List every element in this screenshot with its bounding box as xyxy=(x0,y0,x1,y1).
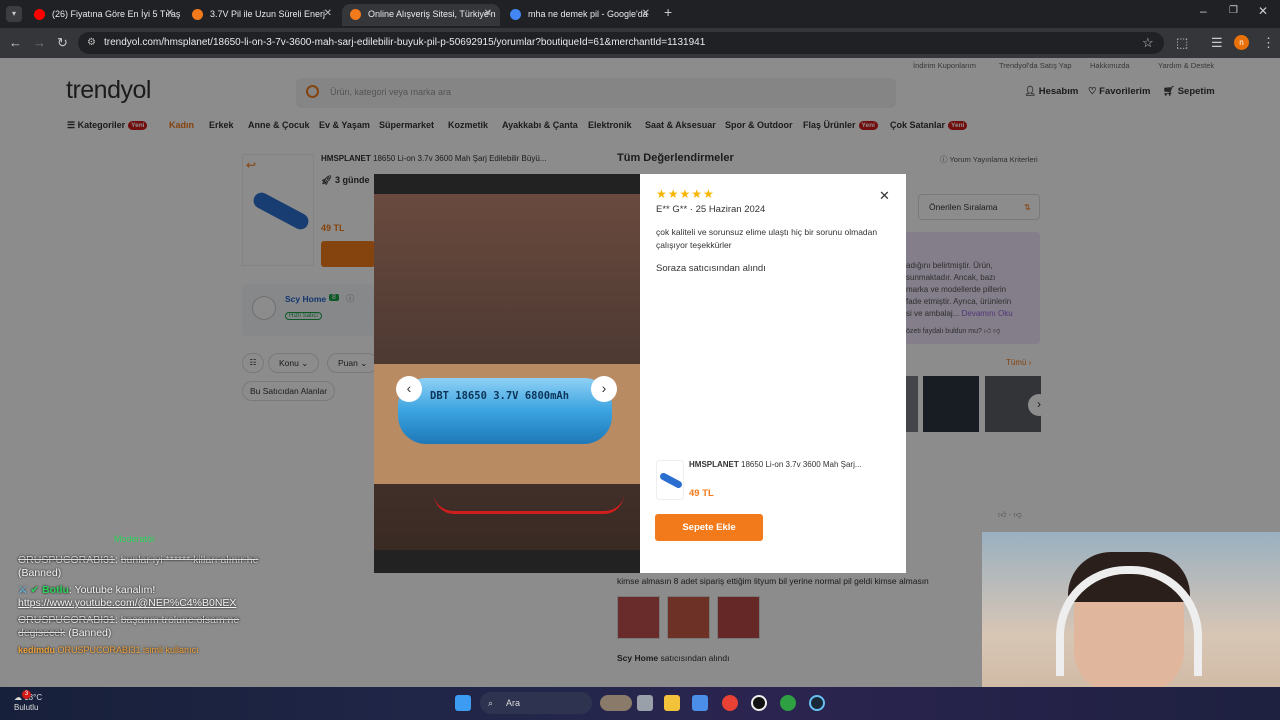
battery-cell xyxy=(398,378,612,444)
close-icon[interactable]: ✕ xyxy=(879,188,890,204)
extensions-icon[interactable]: ⬚ xyxy=(1176,28,1188,58)
modal-product-thumbnail[interactable] xyxy=(656,460,684,500)
search-icon: ⌕ xyxy=(488,698,494,708)
youtube-icon xyxy=(34,9,45,20)
browser-tab-4[interactable]: mha ne demek pil - Google'da ✕ xyxy=(502,4,658,26)
maximize-icon[interactable]: ❐ xyxy=(1229,5,1238,16)
chat-message: ⚔ ✔ Botlu: Youtube kanalım! https://www.y… xyxy=(18,584,237,609)
review-photo: DBT 18650 3.7V 6800mAh xyxy=(374,194,640,550)
profile-avatar[interactable]: n xyxy=(1234,35,1249,50)
close-tab-icon[interactable]: ✕ xyxy=(642,4,650,24)
chat-header: Moderatör xyxy=(114,534,156,544)
menu-dots-icon[interactable]: ⋮ xyxy=(1262,28,1275,58)
review-seller-line: Soraza satıcısından alındı xyxy=(656,263,766,274)
modal-product-price: 49 TL xyxy=(689,488,714,499)
tab-title: 3.7V Pil ile Uzun Süreli Enerj xyxy=(210,9,326,19)
reading-list-icon[interactable]: ☰ xyxy=(1211,28,1223,58)
weather-icon: ☁ xyxy=(14,693,22,702)
trendyol-favicon-icon xyxy=(192,9,203,20)
chat-link[interactable]: https://www.youtube.com/@NEP%C4%B0NEX xyxy=(18,597,236,609)
back-icon[interactable]: ← xyxy=(9,28,22,58)
chat-message: ORUSPUCORABI31: başarım trolune olsam ne… xyxy=(18,614,240,639)
chat-message: kedimdu ORUSPUCORABI31 isimli kullanıcı xyxy=(18,644,288,657)
forward-icon[interactable]: → xyxy=(33,28,46,58)
address-bar[interactable]: ⚙ trendyol.com/hmsplanet/18650-li-on-3-7v… xyxy=(78,32,1164,54)
url-text: trendyol.com/hmsplanet/18650-li-on-3-7v-… xyxy=(104,37,706,48)
review-stars: ★★★★★ xyxy=(656,187,715,201)
browser-tab-3-active[interactable]: Online Alışveriş Sitesi, Türkiye'n ✕ xyxy=(342,4,500,26)
review-date: 25 Haziran 2024 xyxy=(695,204,766,215)
chat-username: Botlu xyxy=(42,584,69,596)
reload-icon[interactable]: ↻ xyxy=(57,28,68,58)
close-tab-icon[interactable]: ✕ xyxy=(166,4,174,24)
review-meta: E** G** · 25 Haziran 2024 xyxy=(656,204,766,215)
modal-product-brand: HMSPLANET xyxy=(689,460,739,469)
browser-tab-2[interactable]: 3.7V Pil ile Uzun Süreli Enerj ✕ xyxy=(184,4,340,26)
tab-title: (26) Fiyatına Göre En İyi 5 Tıraş xyxy=(52,9,181,19)
widgets-icon[interactable] xyxy=(637,695,653,711)
chat-text: ORUSPUCORABI31 isimli kullanıcı xyxy=(57,645,199,655)
chat-banned: (Banned) xyxy=(18,567,62,579)
modal-product-title[interactable]: HMSPLANET 18650 Li-on 3.7v 3600 Mah Şarj… xyxy=(689,460,889,469)
battery-label: DBT 18650 3.7V 6800mAh xyxy=(430,390,570,402)
review-text: çok kaliteli ve sorunsuz elime ulaştı hi… xyxy=(656,227,878,250)
steam-icon[interactable] xyxy=(809,695,825,711)
browser-tab-strip: ▾ (26) Fiyatına Göre En İyi 5 Tıraş ✕ 3.7… xyxy=(0,0,1280,28)
tab-title: mha ne demek pil - Google'da xyxy=(528,9,648,19)
chat-username: ORUSPUCORABI31 xyxy=(18,614,115,626)
battery-image xyxy=(658,471,684,490)
reviewer-name: E** G** xyxy=(656,204,688,215)
new-tab-button[interactable]: + xyxy=(664,4,672,20)
next-image-button[interactable]: › xyxy=(591,376,617,402)
add-to-cart-button[interactable]: Sepete Ekle xyxy=(655,514,763,541)
store-icon[interactable] xyxy=(692,695,708,711)
chat-message: ORUSPUCORABI31: bunlar iyi ****** killar… xyxy=(18,554,259,579)
chat-username: kedimdu xyxy=(18,645,56,655)
red-wire xyxy=(434,494,624,514)
close-tab-icon[interactable]: ✕ xyxy=(324,4,332,24)
chrome-icon[interactable] xyxy=(722,695,738,711)
stream-chat-overlay: Moderatör ORUSPUCORABI31: bunlar iyi ***… xyxy=(18,533,288,661)
modal-product-name: 18650 Li-on 3.7v 3600 Mah Şarj... xyxy=(741,460,862,469)
trendyol-favicon-icon xyxy=(350,9,361,20)
close-tab-icon[interactable]: ✕ xyxy=(484,4,492,24)
app-g-icon[interactable] xyxy=(751,695,767,711)
windows-start-icon[interactable] xyxy=(455,695,471,711)
verified-icon: ✔ xyxy=(30,584,40,596)
taskbar-search[interactable]: ⌕ Ara xyxy=(480,692,592,714)
windows-taskbar: ☁ 13°C Bulutlu 3 ⌕ Ara xyxy=(0,687,1280,720)
chat-banned: (Banned) xyxy=(68,627,112,639)
tab-title: Online Alışveriş Sitesi, Türkiye'n xyxy=(368,9,496,19)
close-window-icon[interactable]: ✕ xyxy=(1258,4,1268,18)
chat-text: bunlar iyi ****** kilları alınır he xyxy=(120,554,259,566)
notification-badge: 3 xyxy=(22,690,31,699)
review-detail-panel: ★★★★★ ✕ E** G** · 25 Haziran 2024 çok ka… xyxy=(640,174,906,573)
minimize-icon[interactable]: – xyxy=(1200,4,1207,18)
taskbar-search-label: Ara xyxy=(506,698,521,708)
tab-list-dropdown-icon[interactable]: ▾ xyxy=(6,6,22,22)
xbox-icon[interactable] xyxy=(780,695,796,711)
task-view-icon[interactable] xyxy=(600,695,632,711)
browser-tab-1[interactable]: (26) Fiyatına Göre En İyi 5 Tıraş ✕ xyxy=(26,4,182,26)
review-image-viewer: DBT 18650 3.7V 6800mAh ‹ › xyxy=(374,174,640,573)
chat-username: ORUSPUCORABI31 xyxy=(18,554,115,566)
sword-icon: ⚔ xyxy=(18,584,28,596)
weather-desc: Bulutlu xyxy=(14,703,39,712)
chat-text: Youtube kanalım! xyxy=(74,584,156,596)
site-info-icon[interactable]: ⚙ xyxy=(87,32,96,54)
bookmark-star-icon[interactable]: ☆ xyxy=(1142,28,1154,58)
google-icon xyxy=(510,9,521,20)
file-explorer-icon[interactable] xyxy=(664,695,680,711)
prev-image-button[interactable]: ‹ xyxy=(396,376,422,402)
